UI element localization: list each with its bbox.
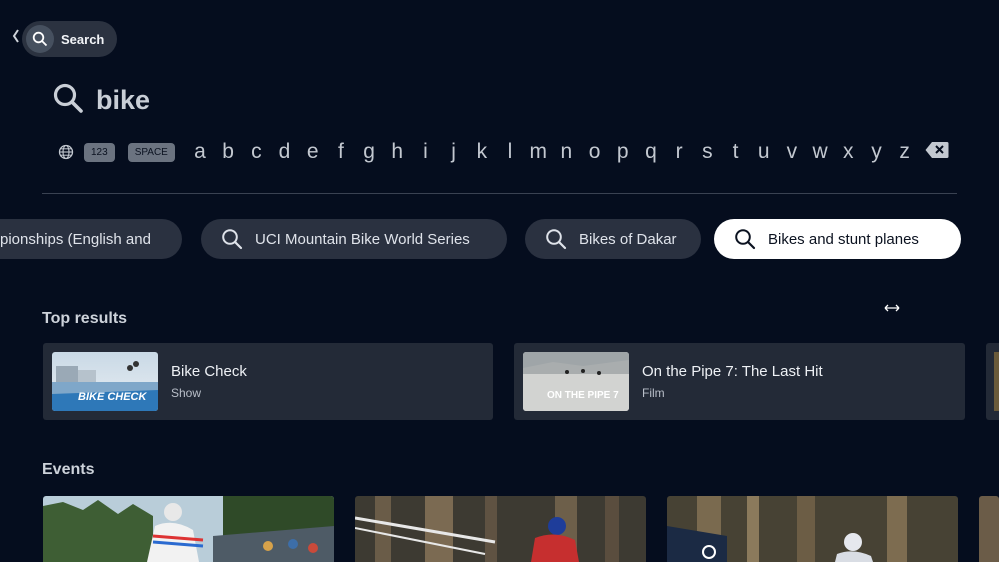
suggestion-label: Bikes of Dakar <box>579 230 677 248</box>
result-card-bike-check[interactable]: BIKE CHECK Bike Check Show <box>43 343 493 420</box>
suggestion-label: Bikes and stunt planes <box>768 230 919 248</box>
suggestion-chip-3[interactable]: Bikes of Dakar <box>525 219 701 259</box>
key-x[interactable]: x <box>834 140 862 164</box>
on-screen-keyboard: 123 SPACE abcdefghijklmnopqrstuvwxyz <box>56 138 949 166</box>
key-v[interactable]: v <box>778 140 806 164</box>
globe-icon[interactable] <box>56 142 76 162</box>
top-results-heading: Top results <box>42 310 128 327</box>
suggestion-label: UCI Mountain Bike World Series <box>255 230 470 248</box>
result-title: On the Pipe 7: The Last Hit <box>642 363 823 380</box>
key-q[interactable]: q <box>637 140 665 164</box>
key-o[interactable]: o <box>580 140 608 164</box>
key-y[interactable]: y <box>862 140 890 164</box>
key-e[interactable]: e <box>299 140 327 164</box>
event-card-partial[interactable] <box>979 496 999 562</box>
key-p[interactable]: p <box>609 140 637 164</box>
event-card-3[interactable] <box>667 496 958 562</box>
events-heading: Events <box>42 461 95 478</box>
back-chevron-icon[interactable] <box>12 28 20 44</box>
search-icon <box>221 228 243 250</box>
key-a[interactable]: a <box>186 140 214 164</box>
key-n[interactable]: n <box>552 140 580 164</box>
result-type: Show <box>171 386 202 400</box>
key-r[interactable]: r <box>665 140 693 164</box>
resize-cursor-icon <box>884 300 900 316</box>
key-w[interactable]: w <box>806 140 834 164</box>
suggestion-label: pionships (English and <box>0 230 151 248</box>
divider <box>42 193 957 194</box>
key-u[interactable]: u <box>750 140 778 164</box>
thumb-logo-text: BIKE CHECK <box>78 391 148 403</box>
key-t[interactable]: t <box>721 140 749 164</box>
key-g[interactable]: g <box>355 140 383 164</box>
key-m[interactable]: m <box>524 140 552 164</box>
search-icon <box>734 228 756 250</box>
key-z[interactable]: z <box>891 140 919 164</box>
key-s[interactable]: s <box>693 140 721 164</box>
result-card-partial[interactable] <box>986 343 999 420</box>
bike-check-thumbnail: BIKE CHECK <box>52 352 158 411</box>
result-title: Bike Check <box>171 363 247 380</box>
search-nav-button[interactable]: Search <box>22 21 117 57</box>
backspace-icon[interactable] <box>925 141 949 164</box>
event-card-2[interactable] <box>355 496 646 562</box>
key-k[interactable]: k <box>468 140 496 164</box>
search-nav-label: Search <box>61 31 105 47</box>
result-type: Film <box>642 386 665 400</box>
suggestion-chip-1[interactable]: pionships (English and <box>0 219 182 259</box>
key-b[interactable]: b <box>214 140 242 164</box>
key-l[interactable]: l <box>496 140 524 164</box>
query-text: bike <box>96 84 151 115</box>
space-key[interactable]: SPACE <box>127 142 175 162</box>
thumb-logo-text: ON THE PIPE 7 <box>547 390 619 401</box>
search-query-field[interactable]: bike <box>52 82 150 118</box>
suggestion-chip-2[interactable]: UCI Mountain Bike World Series <box>201 219 507 259</box>
event-card-1[interactable] <box>43 496 334 562</box>
key-d[interactable]: d <box>270 140 298 164</box>
query-search-icon <box>52 82 84 119</box>
key-c[interactable]: c <box>242 140 270 164</box>
key-j[interactable]: j <box>440 140 468 164</box>
key-h[interactable]: h <box>383 140 411 164</box>
search-icon <box>545 228 567 250</box>
numbers-key[interactable]: 123 <box>84 142 115 162</box>
suggestion-chip-4-focused[interactable]: Bikes and stunt planes <box>714 219 961 259</box>
key-f[interactable]: f <box>327 140 355 164</box>
search-icon <box>26 25 54 53</box>
on-the-pipe-thumbnail: ON THE PIPE 7 <box>523 352 629 411</box>
key-i[interactable]: i <box>411 140 439 164</box>
result-card-on-the-pipe-7[interactable]: ON THE PIPE 7 On the Pipe 7: The Last Hi… <box>514 343 965 420</box>
